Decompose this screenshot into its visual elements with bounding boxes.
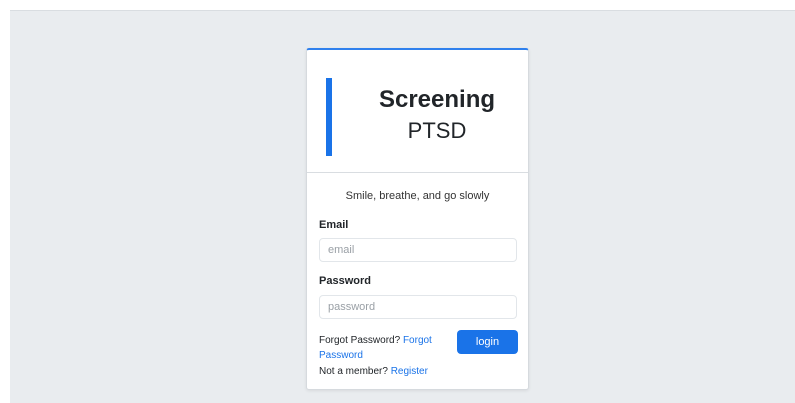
login-card: Screening PTSD Smile, breathe, and go sl… bbox=[306, 48, 529, 390]
email-field[interactable] bbox=[319, 238, 517, 262]
password-field[interactable] bbox=[319, 295, 517, 319]
brand-title: Screening bbox=[378, 86, 496, 113]
brand-header: Screening PTSD bbox=[307, 50, 528, 173]
brand-subtitle: PTSD bbox=[407, 118, 467, 143]
email-label: Email bbox=[319, 219, 349, 231]
register-link[interactable]: Register bbox=[391, 366, 428, 377]
forgot-password-prefix: Forgot Password? bbox=[319, 335, 401, 346]
password-label: Password bbox=[319, 275, 371, 287]
register-line: Not a member? Register bbox=[319, 364, 519, 379]
login-button[interactable]: login bbox=[457, 330, 518, 354]
brand-accent-bar bbox=[326, 78, 332, 156]
tagline: Smile, breathe, and go slowly bbox=[345, 190, 490, 202]
page-background: Screening PTSD Smile, breathe, and go sl… bbox=[10, 10, 795, 403]
register-prefix: Not a member? bbox=[319, 366, 388, 377]
forgot-password-line: Forgot Password? Forgot Password bbox=[319, 333, 449, 363]
